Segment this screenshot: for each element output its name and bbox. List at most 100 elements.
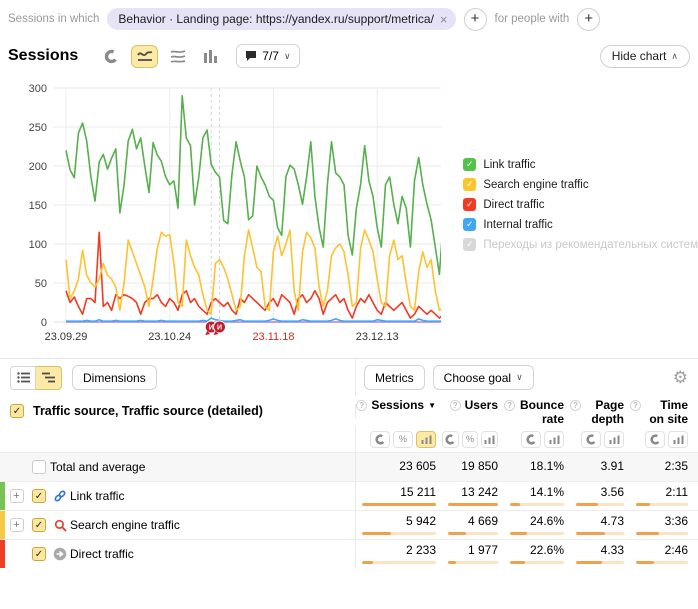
row-label: Total and average: [50, 460, 145, 474]
bars-toggle-icon[interactable]: [604, 431, 624, 448]
gear-icon[interactable]: ⚙: [673, 368, 688, 388]
row-label: Link traffic: [70, 489, 124, 503]
dimensions-button[interactable]: Dimensions: [72, 365, 157, 390]
table-toggles-row: %%: [0, 426, 698, 452]
metric-display-toggles: [570, 431, 630, 448]
pie-toggle-icon[interactable]: [370, 431, 390, 448]
metric-value: 2:35: [665, 460, 688, 473]
help-icon[interactable]: ?: [356, 400, 367, 411]
filter-bar: Sessions in which Behavior · Landing pag…: [0, 0, 698, 34]
dimension-header-cell: ✓ Traffic source, Traffic source (detail…: [0, 404, 356, 418]
metric-value: 4.73: [601, 515, 624, 528]
select-all-checkbox[interactable]: ✓: [10, 404, 24, 418]
legend-checkbox-icon[interactable]: ✓: [463, 158, 476, 171]
expand-row-button[interactable]: +: [10, 518, 24, 532]
table-row[interactable]: +✓Link traffic15 21113 24214.1%3.562:11: [0, 481, 698, 510]
metric-value: 3:36: [665, 515, 688, 528]
tree-view-icon[interactable]: [36, 366, 62, 390]
y-axis-tick: 300: [29, 83, 47, 95]
table-header-row: ✓ Traffic source, Traffic source (detail…: [0, 396, 698, 426]
metric-cell: 4.73: [570, 515, 630, 534]
metric-display-toggles: %: [442, 431, 504, 448]
add-people-filter-button[interactable]: +: [577, 8, 600, 31]
percent-toggle-icon[interactable]: %: [462, 431, 479, 448]
table-row[interactable]: +✓Search engine traffic5 9424 66924.6%4.…: [0, 510, 698, 539]
help-icon[interactable]: ?: [450, 400, 461, 411]
add-session-filter-button[interactable]: +: [464, 8, 487, 31]
y-axis-tick: 250: [29, 122, 47, 134]
row-checkbox[interactable]: [32, 460, 46, 474]
segments-dropdown[interactable]: 7/7 ∨: [236, 44, 299, 68]
metric-bar: [510, 561, 564, 564]
help-icon[interactable]: ?: [630, 400, 641, 411]
bars-toggle-icon[interactable]: [668, 431, 688, 448]
column-header-bounce-rate[interactable]: ? Bounce rate: [504, 399, 570, 427]
legend-checkbox-icon[interactable]: ✓: [463, 198, 476, 211]
metric-value: 4 669: [468, 515, 498, 528]
pie-toggle-icon[interactable]: [581, 431, 601, 448]
x-axis-tick: 23.11.18: [252, 331, 294, 343]
pie-toggle-icon[interactable]: [521, 431, 541, 448]
pie-toggle-icon[interactable]: [645, 431, 665, 448]
expand-row-button[interactable]: +: [10, 489, 24, 503]
people-filter-label: for people with: [495, 13, 570, 25]
column-header-page-depth[interactable]: ?Page depth: [570, 399, 630, 427]
line-chart-icon[interactable]: [131, 45, 158, 68]
chip-close-icon[interactable]: ×: [440, 13, 448, 26]
column-header-label: Time on site: [645, 399, 688, 427]
metric-bar: [636, 532, 688, 535]
bars-toggle-icon[interactable]: [481, 431, 498, 448]
bars-toggle-icon[interactable]: [544, 431, 564, 448]
legend-item[interactable]: ✓Internal traffic: [463, 218, 698, 231]
list-view-icon[interactable]: [10, 366, 36, 390]
column-header-sessions[interactable]: ?Sessions▼: [356, 399, 442, 413]
sessions-line-chart[interactable]: 05010015020025030023.09.2923.10.2423.11.…: [4, 74, 441, 356]
filter-chip[interactable]: Behavior · Landing page: https://yandex.…: [107, 8, 455, 30]
metric-value: 22.6%: [530, 544, 564, 557]
help-icon[interactable]: ?: [570, 400, 581, 411]
column-header-label: Bounce rate: [519, 399, 564, 427]
filter-prefix-label: Sessions in which: [8, 13, 99, 25]
column-header-users[interactable]: ?Users: [442, 399, 504, 413]
row-checkbox[interactable]: ✓: [32, 489, 46, 503]
legend-item[interactable]: ✓Переходы из рекомендательных систем: [463, 238, 698, 251]
column-header-time-on-site[interactable]: ? Time on site: [630, 399, 694, 427]
metrics-button[interactable]: Metrics: [364, 365, 425, 390]
legend-checkbox-icon[interactable]: ✓: [463, 238, 476, 251]
metric-cell: 4.33: [570, 544, 630, 563]
total-row[interactable]: Total and average23 60519 85018.1%3.912:…: [0, 452, 698, 481]
metric-bar: [448, 532, 498, 535]
metric-bar: [510, 503, 564, 506]
donut-chart-icon[interactable]: [98, 45, 125, 68]
metric-display-toggles: [504, 431, 570, 448]
legend-item[interactable]: ✓Direct traffic: [463, 198, 698, 211]
legend-checkbox-icon[interactable]: ✓: [463, 178, 476, 191]
row-checkbox[interactable]: ✓: [32, 518, 46, 532]
stacked-areas-icon[interactable]: [164, 45, 191, 68]
choose-goal-button[interactable]: Choose goal ∨: [433, 365, 534, 390]
column-chart-icon[interactable]: [197, 45, 224, 68]
chevron-down-icon: ∨: [516, 372, 523, 383]
metric-bar: [636, 503, 688, 506]
filter-chip-text: Behavior · Landing page: https://yandex.…: [118, 12, 434, 26]
legend-item[interactable]: ✓Search engine traffic: [463, 178, 698, 191]
row-color-strip: [0, 540, 5, 568]
metric-column-toggles: %%: [356, 426, 698, 452]
chart-note-marker[interactable]: И: [214, 321, 226, 335]
metric-cell: 2:11: [630, 486, 694, 505]
page-title: Sessions: [8, 47, 78, 65]
direct-arrow-icon: [50, 547, 70, 561]
help-icon[interactable]: ?: [504, 400, 515, 411]
metric-value: 2 233: [406, 544, 436, 557]
legend-checkbox-icon[interactable]: ✓: [463, 218, 476, 231]
hide-chart-button[interactable]: Hide chart ∧: [600, 45, 690, 68]
pie-toggle-icon[interactable]: [442, 431, 459, 448]
row-checkbox[interactable]: ✓: [32, 547, 46, 561]
toolbar-right: Metrics Choose goal ∨ ⚙: [356, 359, 698, 396]
percent-toggle-icon[interactable]: %: [393, 431, 413, 448]
legend-item[interactable]: ✓Link traffic: [463, 158, 698, 171]
dimension-header-label: Traffic source, Traffic source (detailed…: [33, 404, 263, 418]
table-row[interactable]: ✓Direct traffic2 2331 97722.6%4.332:46: [0, 539, 698, 568]
bars-toggle-icon[interactable]: [416, 431, 436, 448]
comment-flag-icon: [245, 50, 257, 62]
